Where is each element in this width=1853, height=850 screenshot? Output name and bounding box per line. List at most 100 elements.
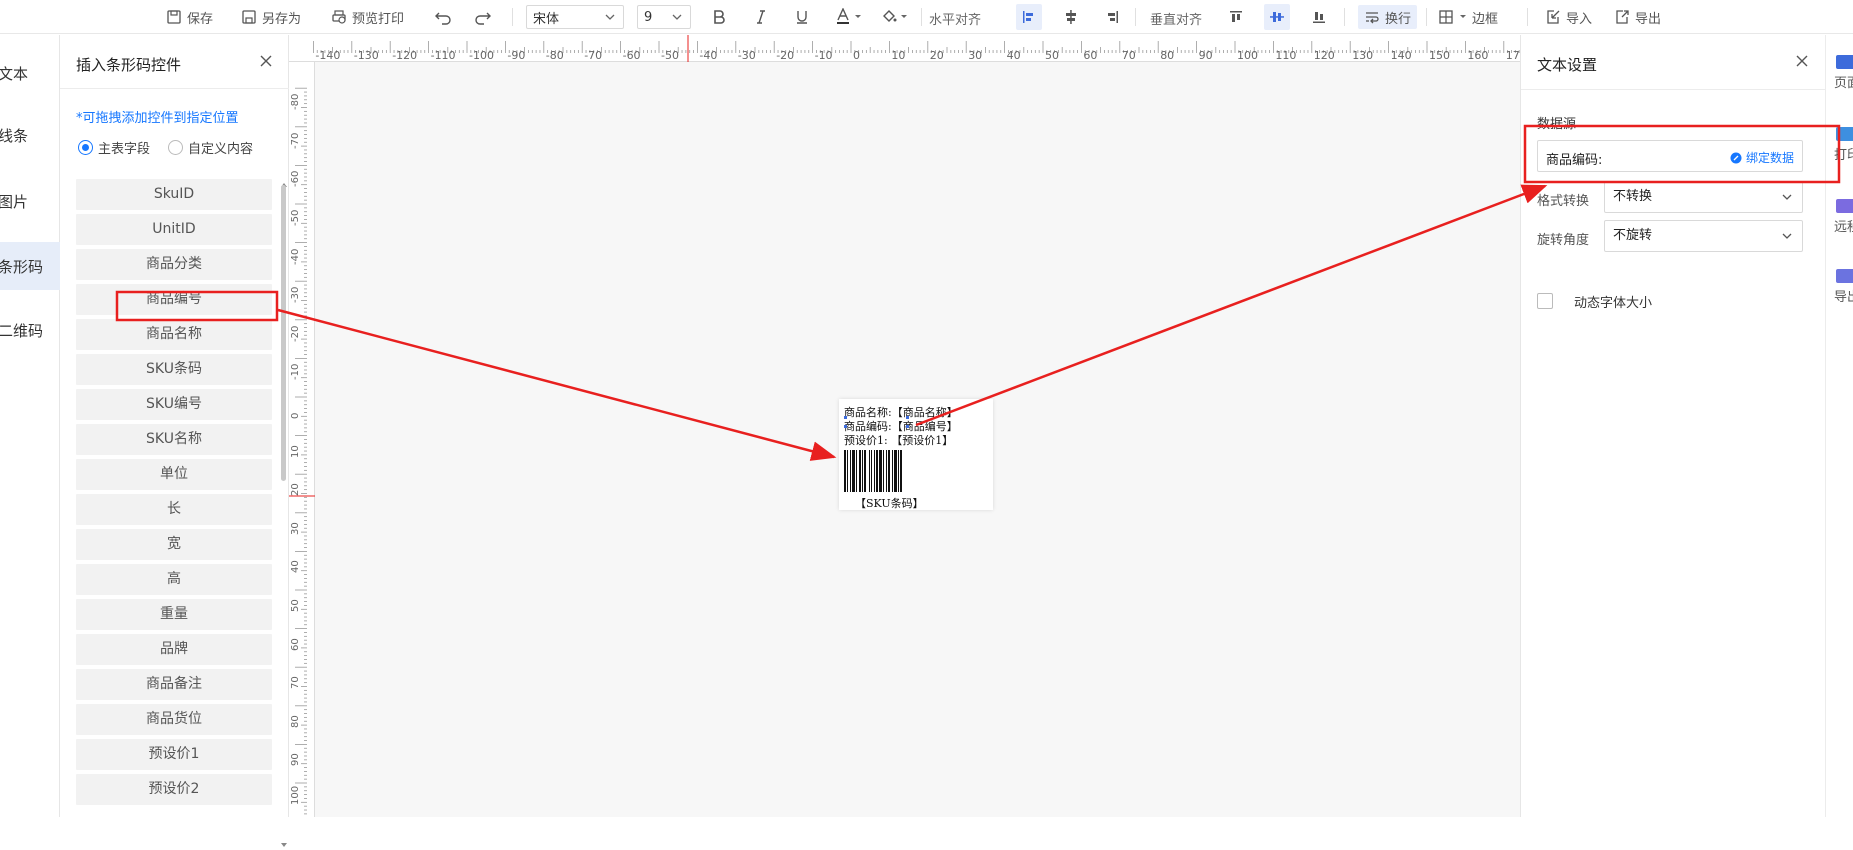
font-color-button[interactable] bbox=[832, 4, 868, 30]
field-item[interactable]: 宽 bbox=[76, 529, 272, 560]
italic-icon bbox=[757, 10, 765, 24]
bind-data-button[interactable]: 绑定数据 bbox=[1730, 149, 1794, 166]
field-item[interactable]: UnitID bbox=[76, 214, 272, 245]
ruler-label: 80 bbox=[290, 715, 301, 728]
remote-print-icon bbox=[1836, 199, 1853, 213]
ruler-label: -100 bbox=[469, 49, 494, 62]
insert-barcode-panel: 插入条形码控件 *可拖拽添加控件到指定位置 主表字段 自定义内容 SkuID U… bbox=[60, 35, 289, 847]
export-label: 导出 bbox=[1635, 11, 1662, 27]
category-image[interactable]: 图片 bbox=[0, 177, 60, 225]
printer-icon bbox=[332, 10, 346, 24]
barcode-bar bbox=[864, 450, 866, 492]
import-button[interactable]: 导入 bbox=[1545, 5, 1592, 29]
fill-color-button[interactable] bbox=[878, 4, 914, 30]
field-item[interactable]: 高 bbox=[76, 564, 272, 595]
field-item[interactable]: SKU条码 bbox=[76, 354, 272, 385]
align-top-icon bbox=[1230, 11, 1242, 22]
align-center-button[interactable] bbox=[1058, 4, 1084, 30]
field-item[interactable]: 品牌 bbox=[76, 634, 272, 665]
field-item[interactable]: 重量 bbox=[76, 599, 272, 630]
category-text[interactable]: 文本 bbox=[0, 49, 60, 97]
font-family-select[interactable]: 宋体 bbox=[526, 5, 624, 29]
radio-dot bbox=[168, 140, 183, 155]
import-icon bbox=[1547, 10, 1560, 24]
label-preview[interactable]: 商品名称:【商品名称】 商品编码:【商品编号】 预设价1: 【预设价1】 【SK… bbox=[839, 399, 993, 510]
rotate-select[interactable]: 不旋转 bbox=[1604, 220, 1803, 252]
chevron-down-icon bbox=[672, 14, 682, 20]
barcode-caption[interactable]: 【SKU条码】 bbox=[855, 495, 924, 511]
page-settings-item[interactable]: 页面设置 bbox=[1834, 75, 1853, 93]
save-button[interactable]: 保存 bbox=[166, 5, 213, 29]
dynamic-font-checkbox[interactable] bbox=[1537, 293, 1553, 309]
align-top-button[interactable] bbox=[1223, 4, 1249, 30]
remote-print-item[interactable]: 远程打印 bbox=[1834, 219, 1853, 237]
field-item[interactable]: SKU名称 bbox=[76, 424, 272, 455]
bind-data-label: 绑定数据 bbox=[1745, 151, 1794, 165]
field-item[interactable]: 预设价1 bbox=[76, 739, 272, 770]
bold-button[interactable] bbox=[706, 4, 732, 30]
scrollbar-thumb[interactable] bbox=[281, 185, 286, 481]
close-icon[interactable] bbox=[257, 52, 275, 70]
print-settings-item[interactable]: 打印设置 bbox=[1834, 147, 1853, 165]
vertical-align-label: 垂直对齐 bbox=[1150, 13, 1203, 28]
border-button[interactable]: 边框 bbox=[1438, 5, 1498, 29]
font-size-select[interactable]: 9 bbox=[637, 5, 691, 29]
export-button[interactable]: 导出 bbox=[1614, 5, 1661, 29]
ruler-label: -50 bbox=[290, 209, 301, 226]
ruler-label: 50 bbox=[1045, 49, 1059, 62]
radio-label: 主表字段 bbox=[98, 142, 151, 157]
category-barcode[interactable]: 条形码 bbox=[0, 242, 60, 290]
field-item[interactable]: 商品货位 bbox=[76, 704, 272, 735]
ruler-label: -40 bbox=[290, 248, 301, 265]
category-label: 条形码 bbox=[0, 257, 44, 276]
panel-title: 文本设置 bbox=[1537, 56, 1598, 74]
ruler-label: 10 bbox=[290, 444, 301, 458]
ruler-label: -80 bbox=[290, 93, 301, 111]
undo-button[interactable] bbox=[430, 4, 456, 30]
export-data-icon bbox=[1836, 269, 1853, 283]
export-data-item[interactable]: 导出数据 bbox=[1834, 289, 1853, 307]
radio-custom-content[interactable]: 自定义内容 bbox=[168, 138, 253, 157]
category-qrcode[interactable]: 二维码 bbox=[0, 306, 60, 354]
chevron-down-icon bbox=[1782, 194, 1792, 200]
ruler-label: 40 bbox=[1006, 49, 1021, 62]
dynamic-font-label: 动态字体大小 bbox=[1574, 296, 1653, 311]
align-bottom-button[interactable] bbox=[1306, 4, 1332, 30]
align-middle-icon bbox=[1270, 12, 1284, 22]
radio-main-fields[interactable]: 主表字段 bbox=[78, 138, 150, 157]
align-right-button[interactable] bbox=[1099, 4, 1125, 30]
label-line-price[interactable]: 预设价1: 【预设价1】 bbox=[844, 432, 953, 448]
field-item[interactable]: 单位 bbox=[76, 459, 272, 490]
category-line[interactable]: 线条 bbox=[0, 111, 60, 159]
field-item[interactable]: SKU编号 bbox=[76, 389, 272, 420]
preview-print-button[interactable]: 预览打印 bbox=[331, 5, 404, 29]
align-middle-button[interactable] bbox=[1264, 4, 1290, 30]
field-item[interactable]: 商品分类 bbox=[76, 249, 272, 280]
ruler-label: 160 bbox=[1467, 49, 1489, 62]
field-item[interactable]: 商品备注 bbox=[76, 669, 272, 700]
wrap-button[interactable]: 换行 bbox=[1358, 5, 1418, 29]
category-label: 文本 bbox=[0, 64, 29, 83]
align-left-button[interactable] bbox=[1016, 4, 1042, 30]
barcode-bar bbox=[871, 450, 872, 492]
field-item[interactable]: 商品编号 bbox=[76, 284, 272, 315]
radio-label: 自定义内容 bbox=[188, 142, 254, 157]
align-bottom-icon bbox=[1313, 12, 1325, 23]
underline-button[interactable] bbox=[789, 4, 815, 30]
field-item[interactable]: SkuID bbox=[76, 179, 272, 210]
datasource-field[interactable]: 商品编码: 绑定数据 bbox=[1537, 140, 1803, 172]
print-settings-icon bbox=[1836, 127, 1853, 141]
format-select[interactable]: 不转换 bbox=[1604, 181, 1803, 213]
field-item[interactable]: 长 bbox=[76, 494, 272, 525]
barcode-graphic[interactable] bbox=[844, 450, 934, 492]
barcode-bar bbox=[894, 450, 897, 492]
barcode-bar bbox=[847, 450, 848, 492]
save-as-button[interactable]: 另存为 bbox=[241, 5, 301, 29]
vertical-ruler: -80 -70 -60 -50 -40 -30 -20 -10 0 10 20 30 40 50 60 70 8… bbox=[289, 62, 315, 817]
field-item[interactable]: 商品名称 bbox=[76, 319, 272, 350]
redo-button[interactable] bbox=[470, 4, 496, 30]
italic-button[interactable] bbox=[748, 4, 774, 30]
datasource-label: 数据源 bbox=[1537, 117, 1577, 132]
field-item[interactable]: 预设价2 bbox=[76, 774, 272, 805]
close-icon[interactable] bbox=[1793, 52, 1811, 70]
